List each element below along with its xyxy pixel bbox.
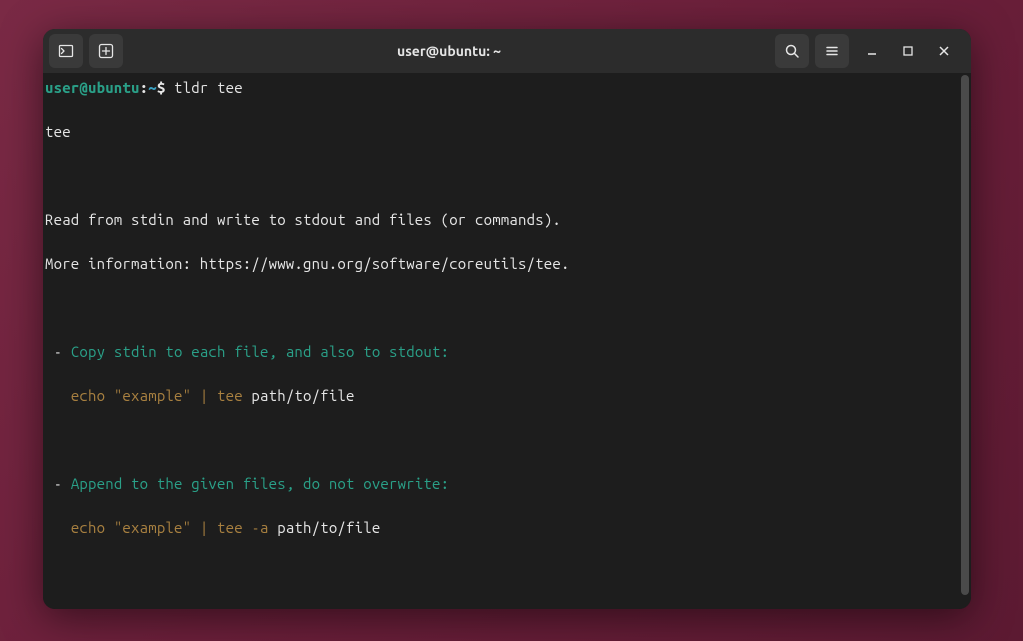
prompt-path: ~: [148, 79, 157, 96]
output-name: tee: [45, 121, 969, 143]
maximize-button[interactable]: [897, 40, 919, 62]
search-button[interactable]: [775, 34, 809, 68]
prompt-colon: :: [140, 79, 149, 96]
titlebar: user@ubuntu: ~: [43, 29, 971, 73]
item-cmd: echo "example" | tee: [71, 387, 252, 404]
menu-button[interactable]: [815, 34, 849, 68]
item-arg: path/to/file: [277, 519, 380, 536]
command-text: tldr tee: [174, 79, 243, 96]
output-desc2: More information: https://www.gnu.org/so…: [45, 253, 969, 275]
terminal-profile-button[interactable]: [49, 34, 83, 68]
terminal-output[interactable]: user@ubuntu:~$ tldr tee tee Read from st…: [43, 73, 971, 609]
item-arg: path/to/file: [251, 387, 354, 404]
item-title: Append to the given files, do not overwr…: [71, 475, 449, 492]
terminal-window: user@ubuntu: ~ user@ubuntu:~$ tldr tee t: [43, 29, 971, 609]
window-title: user@ubuntu: ~: [129, 43, 769, 59]
close-button[interactable]: [933, 40, 955, 62]
prompt-dollar: $: [157, 79, 174, 96]
window-controls: [861, 40, 955, 62]
item-title: Copy stdin to each file, and also to std…: [71, 343, 449, 360]
prompt-user-host: user@ubuntu: [45, 79, 140, 96]
item-title: Print stdin to the terminal, and also pi…: [71, 607, 845, 609]
item-cmd: echo "example" | tee -a: [71, 519, 277, 536]
scrollbar[interactable]: [961, 75, 969, 595]
output-desc1: Read from stdin and write to stdout and …: [45, 209, 969, 231]
new-tab-button[interactable]: [89, 34, 123, 68]
minimize-button[interactable]: [861, 40, 883, 62]
